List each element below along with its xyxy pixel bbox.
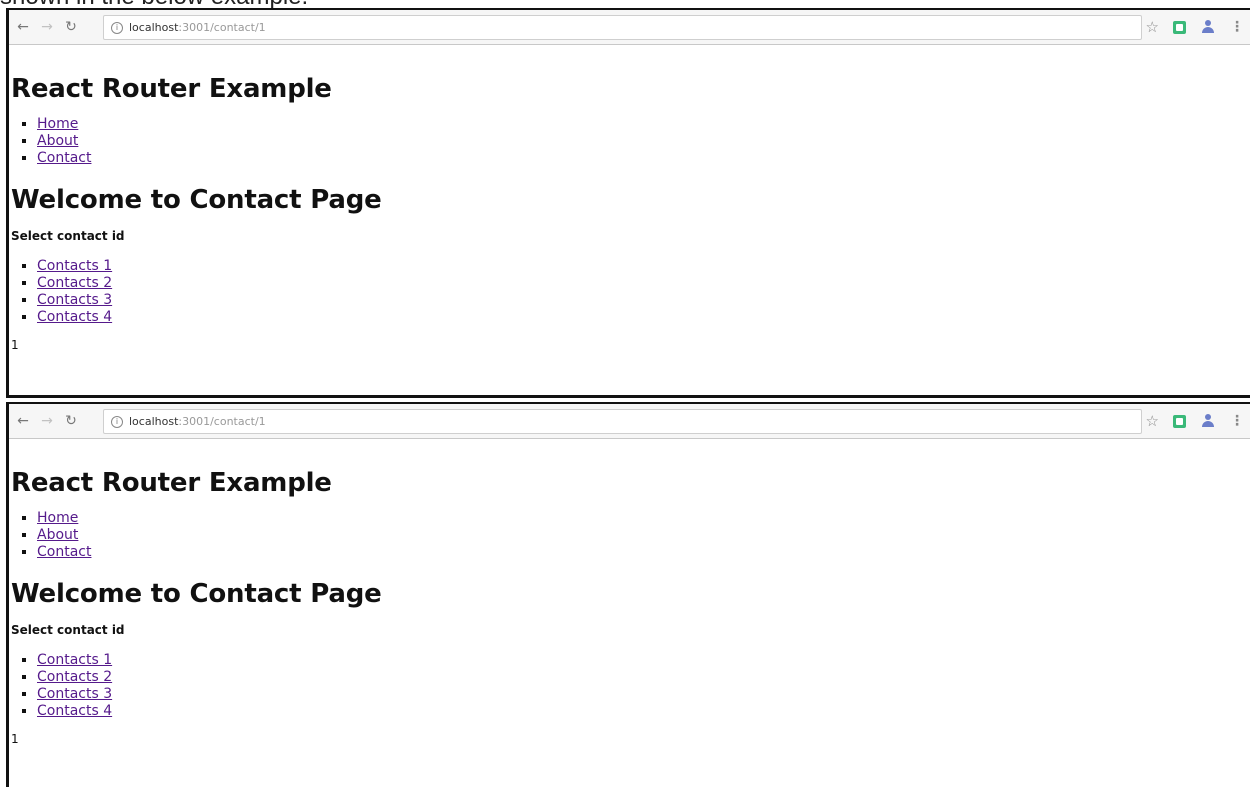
- list-item: Contacts 1: [37, 652, 1250, 669]
- url-host: localhost: [129, 415, 179, 428]
- main-nav-list: Home About Contact: [11, 116, 1250, 167]
- url-host: localhost: [129, 21, 179, 34]
- contact-id-text: 1: [11, 732, 19, 746]
- star-icon[interactable]: ☆: [1146, 412, 1159, 430]
- page-title: Welcome to Contact Page: [11, 185, 382, 215]
- browser-window-2: ← → ↻ i localhost:3001/contact/1 ☆ ⋮ Rea…: [6, 402, 1250, 787]
- menu-icon[interactable]: ⋮: [1230, 19, 1244, 35]
- contact-link-1[interactable]: Contacts 1: [37, 258, 112, 274]
- list-item: Home: [37, 510, 1250, 527]
- reload-icon[interactable]: ↻: [61, 17, 81, 37]
- contact-link-4[interactable]: Contacts 4: [37, 703, 112, 719]
- contact-id-text: 1: [11, 338, 19, 352]
- back-arrow-icon[interactable]: ←: [13, 17, 33, 37]
- select-contact-label: Select contact id: [11, 229, 125, 243]
- forward-arrow-icon[interactable]: →: [37, 17, 57, 37]
- nav-link-home[interactable]: Home: [37, 510, 78, 526]
- list-item: Contacts 4: [37, 309, 1250, 326]
- contact-link-2[interactable]: Contacts 2: [37, 669, 112, 685]
- contact-link-2[interactable]: Contacts 2: [37, 275, 112, 291]
- nav-link-contact[interactable]: Contact: [37, 544, 91, 560]
- list-item: Home: [37, 116, 1250, 133]
- address-bar[interactable]: i localhost:3001/contact/1: [103, 15, 1142, 40]
- browser-window-1: ← → ↻ i localhost:3001/contact/1 ☆ ⋮ Rea…: [6, 8, 1250, 398]
- nav-link-home[interactable]: Home: [37, 116, 78, 132]
- menu-icon[interactable]: ⋮: [1230, 413, 1244, 429]
- contacts-list: Contacts 1 Contacts 2 Contacts 3 Contact…: [11, 652, 1250, 720]
- list-item: Contacts 4: [37, 703, 1250, 720]
- main-nav-list: Home About Contact: [11, 510, 1250, 561]
- info-icon[interactable]: i: [111, 415, 123, 428]
- extension-icon[interactable]: [1173, 20, 1186, 34]
- select-contact-label: Select contact id: [11, 623, 125, 637]
- caption-text: shown in the below example.: [0, 0, 308, 9]
- page-content: React Router Example Home About Contact …: [9, 74, 1250, 352]
- nav-link-about[interactable]: About: [37, 133, 78, 149]
- contact-link-3[interactable]: Contacts 3: [37, 292, 112, 308]
- extension-icon[interactable]: [1173, 414, 1186, 428]
- list-item: Contacts 2: [37, 669, 1250, 686]
- list-item: Contact: [37, 544, 1250, 561]
- person-icon[interactable]: [1200, 19, 1216, 35]
- address-bar[interactable]: i localhost:3001/contact/1: [103, 409, 1142, 434]
- contact-link-3[interactable]: Contacts 3: [37, 686, 112, 702]
- nav-link-contact[interactable]: Contact: [37, 150, 91, 166]
- star-icon[interactable]: ☆: [1146, 18, 1159, 36]
- list-item: Contacts 3: [37, 686, 1250, 703]
- list-item: Contacts 1: [37, 258, 1250, 275]
- page-content: React Router Example Home About Contact …: [9, 468, 1250, 746]
- browser-toolbar: ← → ↻ i localhost:3001/contact/1 ☆ ⋮: [9, 10, 1250, 45]
- person-icon[interactable]: [1200, 413, 1216, 429]
- list-item: Contacts 2: [37, 275, 1250, 292]
- reload-icon[interactable]: ↻: [61, 411, 81, 431]
- contact-link-4[interactable]: Contacts 4: [37, 309, 112, 325]
- forward-arrow-icon[interactable]: →: [37, 411, 57, 431]
- page-title: Welcome to Contact Page: [11, 579, 382, 609]
- info-icon[interactable]: i: [111, 21, 123, 34]
- list-item: Contacts 3: [37, 292, 1250, 309]
- url-path: :3001/contact/1: [178, 21, 266, 34]
- nav-link-about[interactable]: About: [37, 527, 78, 543]
- contact-link-1[interactable]: Contacts 1: [37, 652, 112, 668]
- list-item: Contact: [37, 150, 1250, 167]
- url-path: :3001/contact/1: [178, 415, 266, 428]
- contacts-list: Contacts 1 Contacts 2 Contacts 3 Contact…: [11, 258, 1250, 326]
- browser-toolbar: ← → ↻ i localhost:3001/contact/1 ☆ ⋮: [9, 404, 1250, 439]
- list-item: About: [37, 527, 1250, 544]
- list-item: About: [37, 133, 1250, 150]
- app-title: React Router Example: [11, 74, 332, 104]
- back-arrow-icon[interactable]: ←: [13, 411, 33, 431]
- app-title: React Router Example: [11, 468, 332, 498]
